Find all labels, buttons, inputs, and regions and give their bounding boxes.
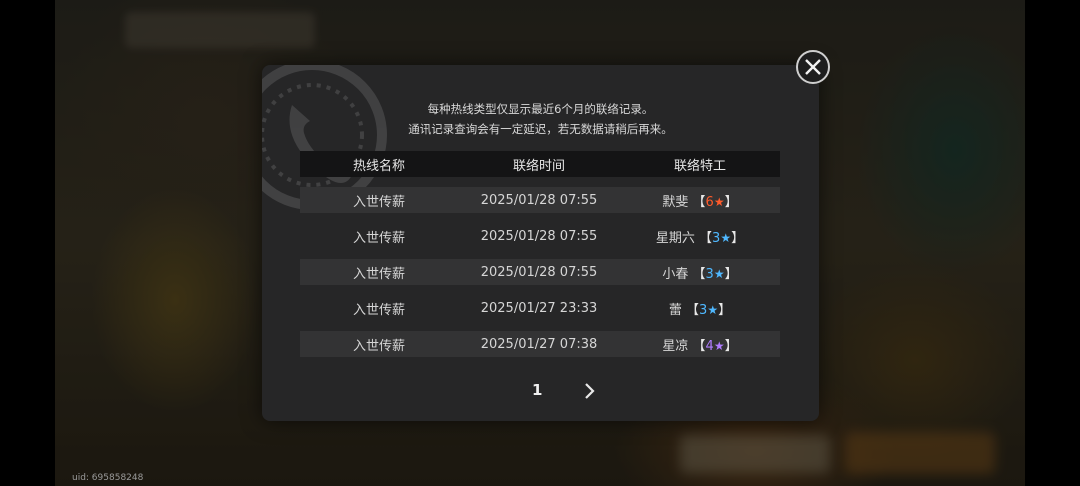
time-cell: 2025/01/27 23:33 [480, 300, 598, 316]
notice-text-2: 通讯记录查询会有一定延迟，若无数据请稍后再来。 [408, 122, 673, 136]
agent-cell: 小春 【3★】 [662, 266, 738, 282]
agent-name: 小春 [662, 266, 689, 282]
hotline-cell: 入世传薪 [352, 194, 405, 210]
star-icon: ★ [713, 194, 725, 209]
close-icon [805, 59, 821, 75]
agent-rank: 3 [705, 266, 714, 282]
table-row: 入世传薪 2025/01/28 07:55 小春 【3★】 [300, 259, 780, 285]
contact-history-dialog: 每种热线类型仅显示最近6个月的联络记录。 通讯记录查询会有一定延迟，若无数据请稍… [262, 65, 819, 421]
agent-rank: 4 [705, 338, 714, 354]
agent-name: 默斐 [662, 194, 689, 210]
pagination: 1 [262, 379, 819, 403]
column-header-time: 联络时间 [512, 158, 565, 174]
table-row: 入世传薪 2025/01/27 07:38 星凉 【4★】 [300, 331, 780, 357]
table-row: 入世传薪 2025/01/27 23:33 蕾 【3★】 [300, 295, 780, 321]
star-icon: ★ [707, 302, 719, 317]
agent-rank: 6 [705, 194, 714, 210]
table-row: 入世传薪 2025/01/28 07:55 默斐 【6★】 [300, 187, 780, 213]
agent-cell: 默斐 【6★】 [662, 194, 738, 210]
hotline-cell: 入世传薪 [352, 338, 405, 354]
agent-cell: 蕾 【3★】 [668, 302, 732, 318]
agent-cell: 星期六 【3★】 [655, 230, 745, 246]
star-icon: ★ [720, 230, 732, 245]
hotline-cell: 入世传薪 [352, 302, 405, 318]
column-header-agent: 联络特工 [673, 158, 726, 174]
table-row: 入世传薪 2025/01/28 07:55 星期六 【3★】 [300, 223, 780, 249]
close-button[interactable] [796, 50, 830, 84]
time-cell: 2025/01/28 07:55 [480, 192, 598, 208]
agent-cell: 星凉 【4★】 [662, 338, 738, 354]
notice-text-1: 每种热线类型仅显示最近6个月的联络记录。 [427, 102, 654, 116]
agent-name: 蕾 [668, 302, 682, 318]
agent-name: 星凉 [662, 338, 689, 354]
star-icon: ★ [713, 266, 725, 281]
uid-label: uid: 695858248 [72, 473, 144, 483]
agent-name: 星期六 [655, 230, 695, 246]
hotline-cell: 入世传薪 [352, 266, 405, 282]
contact-table: 热线名称 联络时间 联络特工 入世传薪 2025/01/28 07:55 默斐 … [300, 151, 780, 357]
current-page-number[interactable]: 1 [532, 381, 542, 399]
star-icon: ★ [713, 338, 725, 353]
table-header: 热线名称 联络时间 联络特工 [300, 151, 780, 177]
time-cell: 2025/01/28 07:55 [480, 228, 598, 244]
time-cell: 2025/01/27 07:38 [480, 336, 598, 352]
column-header-hotline: 热线名称 [352, 158, 405, 174]
time-cell: 2025/01/28 07:55 [480, 264, 598, 280]
hotline-cell: 入世传薪 [352, 230, 405, 246]
chevron-right-icon[interactable] [580, 379, 600, 403]
